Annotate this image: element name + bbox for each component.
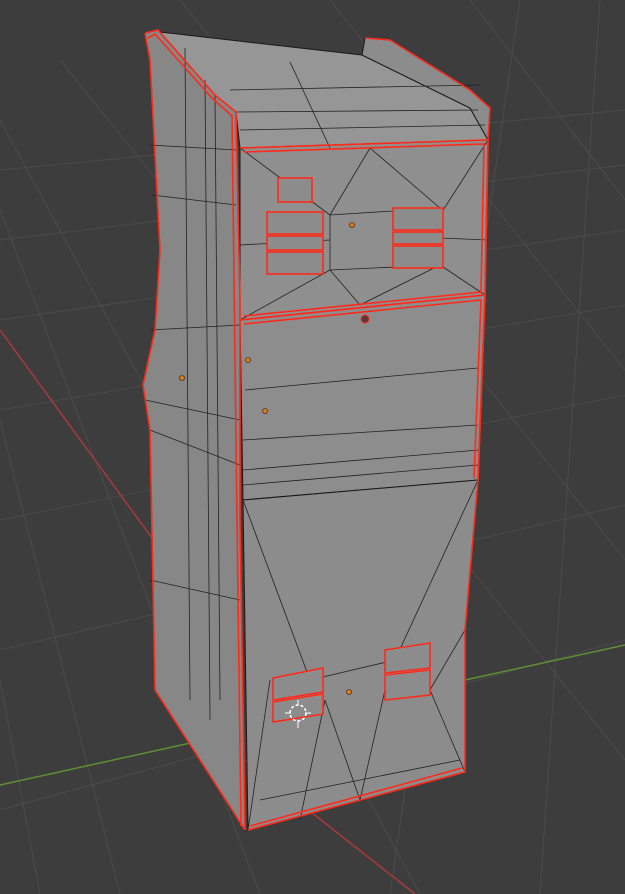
arcade-cabinet-mesh[interactable] xyxy=(142,29,491,832)
object-origin-icon[interactable] xyxy=(262,408,268,414)
panel-button-top[interactable] xyxy=(277,177,313,203)
panel-button-left-2[interactable] xyxy=(266,235,324,251)
panel-button-right-1[interactable] xyxy=(392,207,444,231)
panel-button-right-2[interactable] xyxy=(392,231,444,245)
panel-button-right-3[interactable] xyxy=(392,245,444,269)
panel-button-left-3[interactable] xyxy=(266,251,324,275)
lower-button-right-2[interactable] xyxy=(384,669,431,701)
object-origin-icon[interactable] xyxy=(346,689,352,695)
3d-viewport[interactable] xyxy=(0,0,625,894)
panel-button-left-1[interactable] xyxy=(266,211,324,235)
active-origin-icon[interactable] xyxy=(360,314,370,324)
object-origin-icon[interactable] xyxy=(245,357,251,363)
front-middle-face xyxy=(239,294,486,501)
object-origin-icon[interactable] xyxy=(349,222,355,228)
object-origin-icon[interactable] xyxy=(179,375,185,381)
